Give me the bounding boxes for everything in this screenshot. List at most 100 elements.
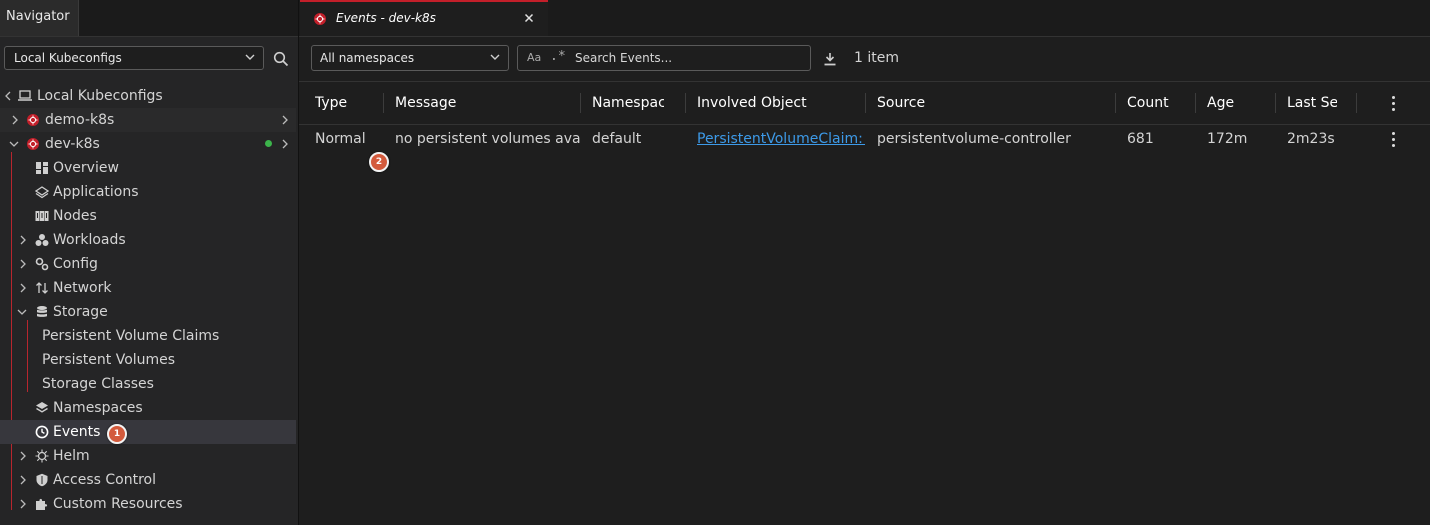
cell-namespace: default [592,131,642,147]
chevron-right-icon[interactable] [18,468,28,492]
cluster-name: demo-k8s [45,112,115,128]
tree-item-label: Nodes [53,208,97,224]
match-case-toggle[interactable]: Aa [527,46,541,70]
events-panel: Events - dev-k8s All namespaces Aa .* 1 … [299,0,1430,525]
tree-item-label: Network [53,280,112,296]
close-icon[interactable] [522,11,536,25]
tab-events-dev-k8s[interactable]: Events - dev-k8s [300,0,548,36]
applications-icon [35,186,49,199]
tree-item-network[interactable]: Network [0,276,296,300]
column-divider[interactable] [1115,93,1116,113]
tree-item-label: Helm [53,448,90,464]
column-divider[interactable] [1356,93,1357,113]
column-header-message[interactable]: Message [395,82,575,124]
column-header-count[interactable]: Count [1127,82,1193,124]
chevron-down-icon [490,54,500,60]
download-icon[interactable] [823,52,837,66]
chevron-right-icon[interactable] [18,276,28,300]
kubeconfig-select[interactable]: Local Kubeconfigs [4,46,264,70]
tree-item-label: Persistent Volumes [42,352,176,368]
chevron-down-icon[interactable] [9,132,19,156]
tree-item-label: Overview [53,160,119,176]
chevron-left-icon[interactable] [3,84,13,108]
column-header-involved-object[interactable]: Involved Object [697,82,857,124]
column-header-last-seen[interactable]: Last Se [1287,82,1337,124]
tree-item-config[interactable]: Config [0,252,296,276]
cell-age: 172m [1207,131,1248,147]
tree-item-label: Events [53,424,101,440]
column-header-age[interactable]: Age [1207,82,1271,124]
table-header: Type Message Namespac Involved Object So… [299,82,1430,125]
regex-toggle[interactable]: .* [550,46,566,68]
search-icon[interactable] [272,50,290,68]
chevron-right-icon[interactable] [18,444,28,468]
tree-item-helm[interactable]: Helm [0,444,296,468]
tree-item-persistent-volumes[interactable]: Persistent Volumes [0,348,296,372]
search-events-input[interactable] [575,49,800,67]
step-badge-1: 1 [107,424,127,444]
column-header-source[interactable]: Source [877,82,1107,124]
column-options-icon[interactable] [1391,96,1395,112]
chevron-right-icon[interactable] [18,228,28,252]
table-row[interactable]: Normal no persistent volumes available d… [299,124,1430,154]
tree-root-local-kubeconfigs[interactable]: Local Kubeconfigs [0,84,296,108]
involved-object-link[interactable]: PersistentVolumeClaim: r [697,124,865,154]
column-divider[interactable] [1275,93,1276,113]
tree-item-storage-classes[interactable]: Storage Classes [0,372,296,396]
cluster-dev-k8s[interactable]: dev-k8s [0,132,296,156]
tree-item-nodes[interactable]: Nodes [0,204,296,228]
chevron-right-icon[interactable] [282,115,288,125]
chevron-down-icon[interactable] [17,300,27,324]
tree-item-events[interactable]: Events [0,420,296,444]
column-divider[interactable] [685,93,686,113]
app-window: Navigator Local Kubeconfigs Local Kubeco… [0,0,1430,525]
database-icon [37,306,47,317]
laptop-icon [18,90,32,101]
row-menu-icon[interactable] [1391,132,1395,148]
cell-source: persistentvolume-controller [877,131,1071,147]
tab-title: Events - dev-k8s [336,11,436,25]
tree-item-storage[interactable]: Storage [0,300,296,324]
cell-count: 681 [1127,131,1154,147]
search-events-box: Aa .* [517,45,811,71]
navigator-tab[interactable]: Navigator [0,0,79,36]
cell-last-seen: 2m23s [1287,131,1335,147]
item-count: 1 item [854,50,899,66]
chevron-right-icon[interactable] [18,252,28,276]
cluster-demo-k8s[interactable]: demo-k8s [0,108,296,132]
chevron-right-icon[interactable] [282,139,288,149]
tree-item-applications[interactable]: Applications [0,180,296,204]
column-header-type[interactable]: Type [315,82,377,124]
cell-type: Normal [315,131,366,147]
namespace-select[interactable]: All namespaces [311,45,509,71]
tree-item-access-control[interactable]: Access Control [0,468,296,492]
tree-item-label: Applications [53,184,139,200]
chevron-right-icon[interactable] [10,108,20,132]
tree-item-persistent-volume-claims[interactable]: Persistent Volume Claims [0,324,296,348]
tree-item-label: Access Control [53,472,156,488]
column-divider[interactable] [865,93,866,113]
cluster-name: dev-k8s [45,136,100,152]
navigator-panel: Navigator Local Kubeconfigs Local Kubeco… [0,0,299,525]
layers-icon [36,402,48,413]
column-divider[interactable] [1195,93,1196,113]
chevron-right-icon[interactable] [18,492,28,516]
tree-item-label: Custom Resources [53,496,183,512]
column-divider[interactable] [580,93,581,113]
tree-root-label: Local Kubeconfigs [37,88,163,104]
column-divider[interactable] [383,93,384,113]
tree-item-label: Namespaces [53,400,143,416]
tree-item-label: Storage [53,304,108,320]
column-header-namespace[interactable]: Namespac [592,82,664,124]
tree-item-namespaces[interactable]: Namespaces [0,396,296,420]
network-arrows-icon [36,282,48,294]
puzzle-icon [36,498,48,510]
tree-item-custom-resources[interactable]: Custom Resources [0,492,296,516]
tree-item-overview[interactable]: Overview [0,156,296,180]
editor-tabstrip: Events - dev-k8s [299,0,1430,37]
tree-item-workloads[interactable]: Workloads [0,228,296,252]
clock-icon [35,425,49,439]
kubernetes-icon [27,138,39,150]
kubernetes-icon [27,114,39,126]
tree-item-label: Config [53,256,98,272]
